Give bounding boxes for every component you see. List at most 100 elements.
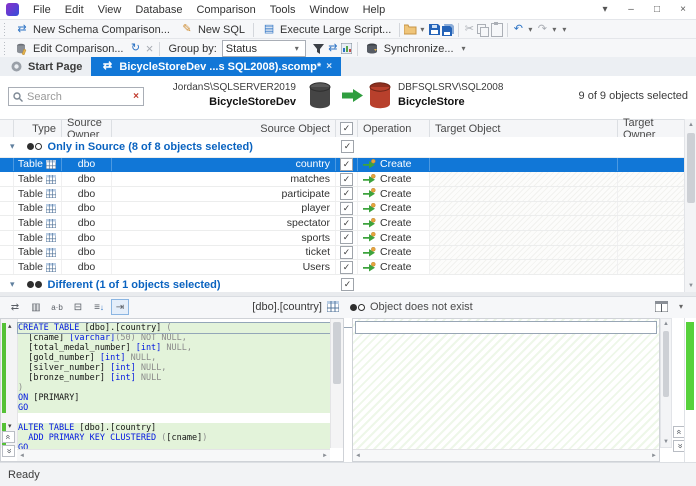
collapse-chevron-icon[interactable]: ▾ xyxy=(10,141,15,152)
open-file-icon[interactable] xyxy=(403,23,417,37)
row-checkbox-cell: ✓ xyxy=(336,201,358,216)
redo-icon[interactable]: ↷ xyxy=(535,23,549,37)
row-checkbox[interactable]: ✓ xyxy=(340,157,353,171)
collapse-chevron-icon[interactable]: ▾ xyxy=(10,279,15,290)
row-checkbox[interactable]: ✓ xyxy=(340,245,353,259)
new-sql-button[interactable]: ✎ New SQL xyxy=(175,22,250,38)
table-row[interactable]: Table dbo country ✓ Create xyxy=(0,157,684,173)
target-vertical-scrollbar[interactable]: ▲ ▼ xyxy=(660,318,672,448)
table-row[interactable]: Table dbo player ✓ Create xyxy=(0,201,684,217)
table-row[interactable]: Table dbo participate ✓ Create xyxy=(0,186,684,202)
new-schema-comparison-button[interactable]: ⇄ New Schema Comparison... xyxy=(10,22,175,38)
ignore-whitespace-icon[interactable]: ⊟ xyxy=(69,299,87,315)
row-checkbox[interactable]: ✓ xyxy=(340,260,353,274)
comparison-report-icon[interactable] xyxy=(340,42,354,56)
header-target-owner[interactable]: Target Owner xyxy=(618,117,684,141)
source-ddl-pane[interactable]: ▴ ▾ CREATE TABLE [dbo].[country] ( [cname… xyxy=(0,318,344,462)
maximize-button[interactable]: □ xyxy=(644,4,670,15)
minimize-button[interactable]: – xyxy=(618,4,644,15)
undo-dropdown-icon[interactable]: ▾ xyxy=(525,25,535,34)
cut-icon[interactable]: ✂ xyxy=(462,23,476,37)
scomp-tab-icon: ⇄ xyxy=(102,60,113,72)
previous-difference-button[interactable]: « xyxy=(2,431,15,443)
ignore-case-icon[interactable]: a·b xyxy=(48,299,66,315)
row-checkbox[interactable]: ✓ xyxy=(340,172,353,186)
scroll-left-icon[interactable]: ◄ xyxy=(355,453,361,459)
save-all-icon[interactable] xyxy=(441,23,455,37)
pane-layout-dropdown-icon[interactable]: ▾ xyxy=(676,302,686,311)
synchronize-button[interactable]: Synchronize... xyxy=(361,41,459,57)
tab-schema-comparison[interactable]: ⇄ BicycleStoreDev ...s SQL2008).scomp* × xyxy=(91,57,342,76)
toolbar-grip[interactable] xyxy=(2,22,7,37)
header-source-object[interactable]: Source Object xyxy=(112,120,336,137)
menu-window[interactable]: Window xyxy=(302,2,355,18)
tab-close-icon[interactable]: × xyxy=(326,61,332,72)
synchronize-dropdown-icon[interactable]: ▾ xyxy=(459,44,469,53)
redo-dropdown-icon[interactable]: ▾ xyxy=(549,25,559,34)
menu-edit[interactable]: Edit xyxy=(58,2,91,18)
row-checkbox[interactable]: ✓ xyxy=(340,201,353,215)
source-sql-code[interactable]: CREATE TABLE [dbo].[country] ( [cname] [… xyxy=(17,322,331,453)
pane-layout-icon[interactable] xyxy=(655,301,668,312)
close-button[interactable]: × xyxy=(670,4,696,15)
sort-lines-icon[interactable]: ≡ ↓ xyxy=(90,299,108,315)
group-by-select[interactable]: Status ▾ xyxy=(221,40,306,57)
format-indent-icon[interactable]: ⇥ xyxy=(111,299,129,315)
edit-comparison-button[interactable]: Edit Comparison... xyxy=(10,41,128,57)
show-markers-icon[interactable]: ▥ xyxy=(27,299,45,315)
copy-icon[interactable] xyxy=(476,23,490,37)
group-checkbox[interactable]: ✓ xyxy=(341,278,354,291)
filter-icon[interactable] xyxy=(312,42,326,56)
table-row[interactable]: Table dbo spectator ✓ Create xyxy=(0,216,684,231)
header-type[interactable]: Type xyxy=(14,120,62,137)
target-horizontal-scrollbar[interactable]: ◄ ► xyxy=(353,449,659,461)
menu-items: File Edit View Database Comparison Tools Windo… xyxy=(26,2,392,18)
sql-line: [total_medal_number] [int] NULL, xyxy=(18,343,330,353)
row-checkbox[interactable]: ✓ xyxy=(340,216,353,230)
table-icon xyxy=(46,159,56,169)
target-ddl-pane[interactable]: ◄ ► xyxy=(352,318,660,462)
grid-vertical-scrollbar[interactable]: ▲ ▼ xyxy=(684,119,696,292)
group-row[interactable]: ▾ Only in Source (8 of 8 objects selected… xyxy=(0,137,684,158)
menu-tools[interactable]: Tools xyxy=(263,2,303,18)
scroll-right-icon[interactable]: ► xyxy=(651,453,657,459)
header-operation[interactable]: Operation xyxy=(358,120,430,137)
menu-comparison[interactable]: Comparison xyxy=(189,2,262,18)
cancel-refresh-icon[interactable]: × xyxy=(142,42,156,56)
scroll-right-icon[interactable]: ► xyxy=(322,453,328,459)
refresh-ddl-comparison-icon[interactable]: ⇄ xyxy=(6,299,24,315)
menu-help[interactable]: Help xyxy=(356,2,393,18)
group-checkbox[interactable]: ✓ xyxy=(341,140,354,153)
menu-database[interactable]: Database xyxy=(128,2,189,18)
row-checkbox[interactable]: ✓ xyxy=(340,231,353,245)
table-row[interactable]: Table dbo sports ✓ Create xyxy=(0,230,684,246)
toolbar-overflow-icon[interactable]: ▾ xyxy=(592,4,618,15)
table-row[interactable]: Table dbo matches ✓ Create xyxy=(0,172,684,187)
diff-overview-ruler[interactable] xyxy=(684,318,695,462)
refresh-comparison-icon[interactable]: ↻ xyxy=(128,42,142,56)
paste-icon[interactable] xyxy=(490,21,504,37)
scroll-left-icon[interactable]: ◄ xyxy=(19,453,25,459)
toolbar-options-icon[interactable]: ▾ xyxy=(559,25,569,34)
undo-icon[interactable]: ↶ xyxy=(511,23,525,37)
header-target-object[interactable]: Target Object xyxy=(430,120,618,137)
source-horizontal-scrollbar[interactable]: ◄ ► xyxy=(17,449,330,461)
swap-source-target-icon[interactable]: ⇄ xyxy=(326,42,340,56)
save-icon[interactable] xyxy=(427,23,441,37)
menu-file[interactable]: File xyxy=(26,2,58,18)
fold-up-icon[interactable]: ▴ xyxy=(8,322,12,330)
tab-start-page[interactable]: Start Page xyxy=(0,57,91,76)
table-row[interactable]: Table dbo Users ✓ Create xyxy=(0,260,684,275)
select-all-checkbox[interactable]: ✓ xyxy=(340,122,353,135)
new-sql-icon: ✎ xyxy=(182,23,192,35)
execute-large-script-button[interactable]: ▤ Execute Large Script... xyxy=(257,22,396,38)
source-vertical-scrollbar[interactable] xyxy=(330,319,343,448)
next-difference-button[interactable]: « xyxy=(2,445,15,457)
fold-down-icon[interactable]: ▾ xyxy=(8,422,12,430)
table-row[interactable]: Table dbo ticket ✓ Create xyxy=(0,245,684,261)
row-checkbox[interactable]: ✓ xyxy=(340,187,353,201)
open-file-dropdown-icon[interactable]: ▾ xyxy=(417,25,427,34)
toolbar-grip[interactable] xyxy=(2,41,7,56)
menu-view[interactable]: View xyxy=(91,2,129,18)
header-source-owner[interactable]: Source Owner xyxy=(62,117,112,141)
